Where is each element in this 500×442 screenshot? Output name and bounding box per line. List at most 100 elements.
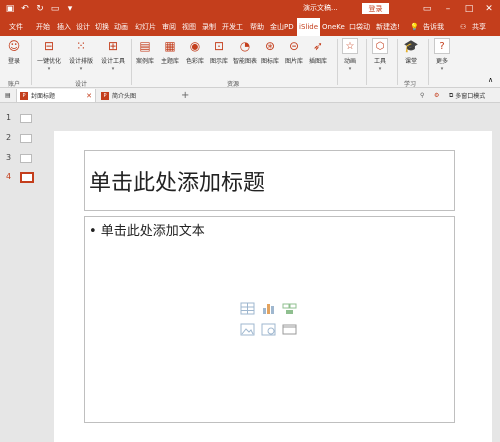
redo-icon[interactable]: ↻ xyxy=(33,2,47,16)
lightbulb-icon[interactable]: 💡 xyxy=(410,18,419,36)
start-slideshow-icon[interactable]: ▭ xyxy=(48,2,62,16)
theme-library-button[interactable]: ▦ 主题库 xyxy=(161,38,179,65)
classroom-button[interactable]: 🎓 课堂 xyxy=(403,38,419,65)
new-tab-icon[interactable]: + xyxy=(178,89,192,102)
tools-icon: ⊞ xyxy=(107,39,119,53)
image-library-button[interactable]: ⊝ 图片库 xyxy=(285,38,303,65)
design-tools-button[interactable]: ⊞ 设计工具 ▾ xyxy=(101,38,125,72)
tab-slideshow[interactable]: 幻灯片 xyxy=(135,18,156,36)
learn-group-label: 学习 xyxy=(404,81,417,88)
illustration-library-button[interactable]: ➶ 插图库 xyxy=(309,38,327,65)
save-icon[interactable]: ▣ xyxy=(3,2,17,16)
menu-bar: 文件 开始 插入 设计 切换 动画 幻灯片 审阅 视图 录制 开发工 帮助 金山… xyxy=(0,18,500,36)
tab-insert[interactable]: 插入 xyxy=(57,18,71,36)
minimize-icon[interactable]: – xyxy=(441,1,455,16)
icon-library-button[interactable]: ⊛ 图标库 xyxy=(261,38,279,65)
insert-chart-icon[interactable] xyxy=(261,302,276,315)
rocket-icon: ➶ xyxy=(312,39,324,53)
group-divider xyxy=(397,39,398,85)
chevron-down-icon: ▾ xyxy=(111,66,115,72)
diagram-library-button[interactable]: ⊡ 图示库 xyxy=(210,38,228,65)
multi-window-mode-button[interactable]: ⧉ 多窗口模式 xyxy=(446,89,500,102)
group-divider xyxy=(428,39,429,85)
document-list-icon[interactable]: ▤ xyxy=(2,89,16,102)
tab-record[interactable]: 录制 xyxy=(202,18,216,36)
share-icon[interactable]: ⚇ xyxy=(460,18,466,36)
cube-icon: ⬡ xyxy=(372,38,388,54)
powerpoint-icon: P xyxy=(20,91,28,100)
tab-view[interactable]: 视图 xyxy=(182,18,196,36)
slide-thumbnail[interactable] xyxy=(20,154,32,163)
powerpoint-icon: P xyxy=(101,91,109,100)
group-divider xyxy=(131,39,132,85)
tell-me-button[interactable]: 告诉我 xyxy=(423,18,444,36)
collapse-ribbon-icon[interactable]: ∧ xyxy=(488,76,493,84)
insert-picture-icon[interactable] xyxy=(240,323,255,336)
group-divider xyxy=(31,39,32,85)
doc-tab-intro[interactable]: P 简介头图 xyxy=(98,89,176,102)
search-icon[interactable]: ⚲ xyxy=(417,89,429,102)
tab-developer[interactable]: 开发工 xyxy=(222,18,243,36)
optimize-icon: ⊟ xyxy=(43,39,55,53)
login-button[interactable]: 登录 xyxy=(362,3,389,14)
design-layout-button[interactable]: ⁙ 设计排版 ▾ xyxy=(69,38,93,72)
document-title: 演示文稿... xyxy=(303,4,338,12)
palette-icon: ◉ xyxy=(189,39,201,53)
tab-help[interactable]: 帮助 xyxy=(250,18,264,36)
slide-thumbnail-panel: 1 2 3 4 xyxy=(0,103,40,442)
tab-pocket-animation[interactable]: 口袋动 xyxy=(349,18,370,36)
more-button[interactable]: ? 更多 ▾ xyxy=(434,38,450,72)
pie-chart-icon: ◔ xyxy=(239,39,251,53)
undo-icon[interactable]: ↶ xyxy=(18,2,32,16)
slide-thumbnail[interactable] xyxy=(20,134,32,143)
title-bar: ▣ ↶ ↻ ▭ ▾ 演示文稿... 登录 ▭ – □ ✕ xyxy=(0,0,500,18)
ribbon-options-icon[interactable]: ▭ xyxy=(420,1,434,16)
tools-button[interactable]: ⬡ 工具 ▾ xyxy=(372,38,388,72)
smart-chart-button[interactable]: ◔ 智能图表 xyxy=(233,38,257,65)
tab-design[interactable]: 设计 xyxy=(76,18,90,36)
insert-online-picture-icon[interactable] xyxy=(261,323,276,336)
insert-smartart-icon[interactable] xyxy=(282,302,297,315)
ribbon: ☺ 登录 账户 ⊟ 一键优化 ▾ ⁙ 设计排版 ▾ ⊞ 设计工具 ▾ 设计 ▤ … xyxy=(0,36,500,88)
one-click-optimize-button[interactable]: ⊟ 一键优化 ▾ xyxy=(37,38,61,72)
close-icon[interactable]: ✕ xyxy=(482,1,496,16)
share-button[interactable]: 共享 xyxy=(472,18,486,36)
star-icon: ☆ xyxy=(342,38,358,54)
chevron-down-icon: ▾ xyxy=(47,66,51,72)
insert-table-icon[interactable] xyxy=(240,302,255,315)
group-divider xyxy=(337,39,338,85)
tab-transitions[interactable]: 切换 xyxy=(95,18,109,36)
insert-video-icon[interactable] xyxy=(282,323,297,336)
title-placeholder[interactable]: 单击此处添加标题 xyxy=(84,150,455,211)
help-icon: ? xyxy=(434,38,450,54)
animation-button[interactable]: ☆ 动画 ▾ xyxy=(342,38,358,72)
vertical-scrollbar[interactable] xyxy=(492,103,500,442)
tab-oneke[interactable]: OneKe xyxy=(322,18,345,36)
close-tab-icon[interactable]: ✕ xyxy=(86,92,92,100)
tab-file[interactable]: 文件 xyxy=(9,18,23,36)
tab-jinshan-pdf[interactable]: 金山PD xyxy=(270,18,294,36)
login-ribbon-button[interactable]: ☺ 登录 xyxy=(6,38,22,65)
tab-home[interactable]: 开始 xyxy=(36,18,50,36)
slide-number: 3 xyxy=(6,153,12,162)
slide-thumbnail-selected[interactable] xyxy=(20,172,34,183)
chevron-down-icon: ▾ xyxy=(79,66,83,72)
slide-thumbnail[interactable] xyxy=(20,114,32,123)
color-library-button[interactable]: ◉ 色彩库 xyxy=(186,38,204,65)
grid-icon: ⁙ xyxy=(75,39,87,53)
image-icon: ⊝ xyxy=(288,39,300,53)
tab-review[interactable]: 审阅 xyxy=(162,18,176,36)
tab-new-tab[interactable]: 新建选! xyxy=(376,18,400,36)
design-group-label: 设计 xyxy=(75,81,88,88)
case-library-button[interactable]: ▤ 案例库 xyxy=(136,38,154,65)
account-icon: ☺ xyxy=(7,39,21,53)
slide-number: 4 xyxy=(6,172,12,181)
customize-toolbar-icon[interactable]: ▾ xyxy=(63,2,77,16)
gear-icon[interactable]: ⚙ xyxy=(431,89,443,102)
case-library-icon: ▤ xyxy=(139,39,151,53)
document-tabs: ▤ P 封面标题 ✕ P 简介头图 + ⚲ ⚙ ⧉ 多窗口模式 xyxy=(0,88,500,103)
doc-tab-cover-title[interactable]: P 封面标题 ✕ xyxy=(16,89,96,102)
tab-animations[interactable]: 动画 xyxy=(114,18,128,36)
maximize-icon[interactable]: □ xyxy=(462,1,476,16)
tab-islide[interactable]: iSlide xyxy=(297,18,321,36)
